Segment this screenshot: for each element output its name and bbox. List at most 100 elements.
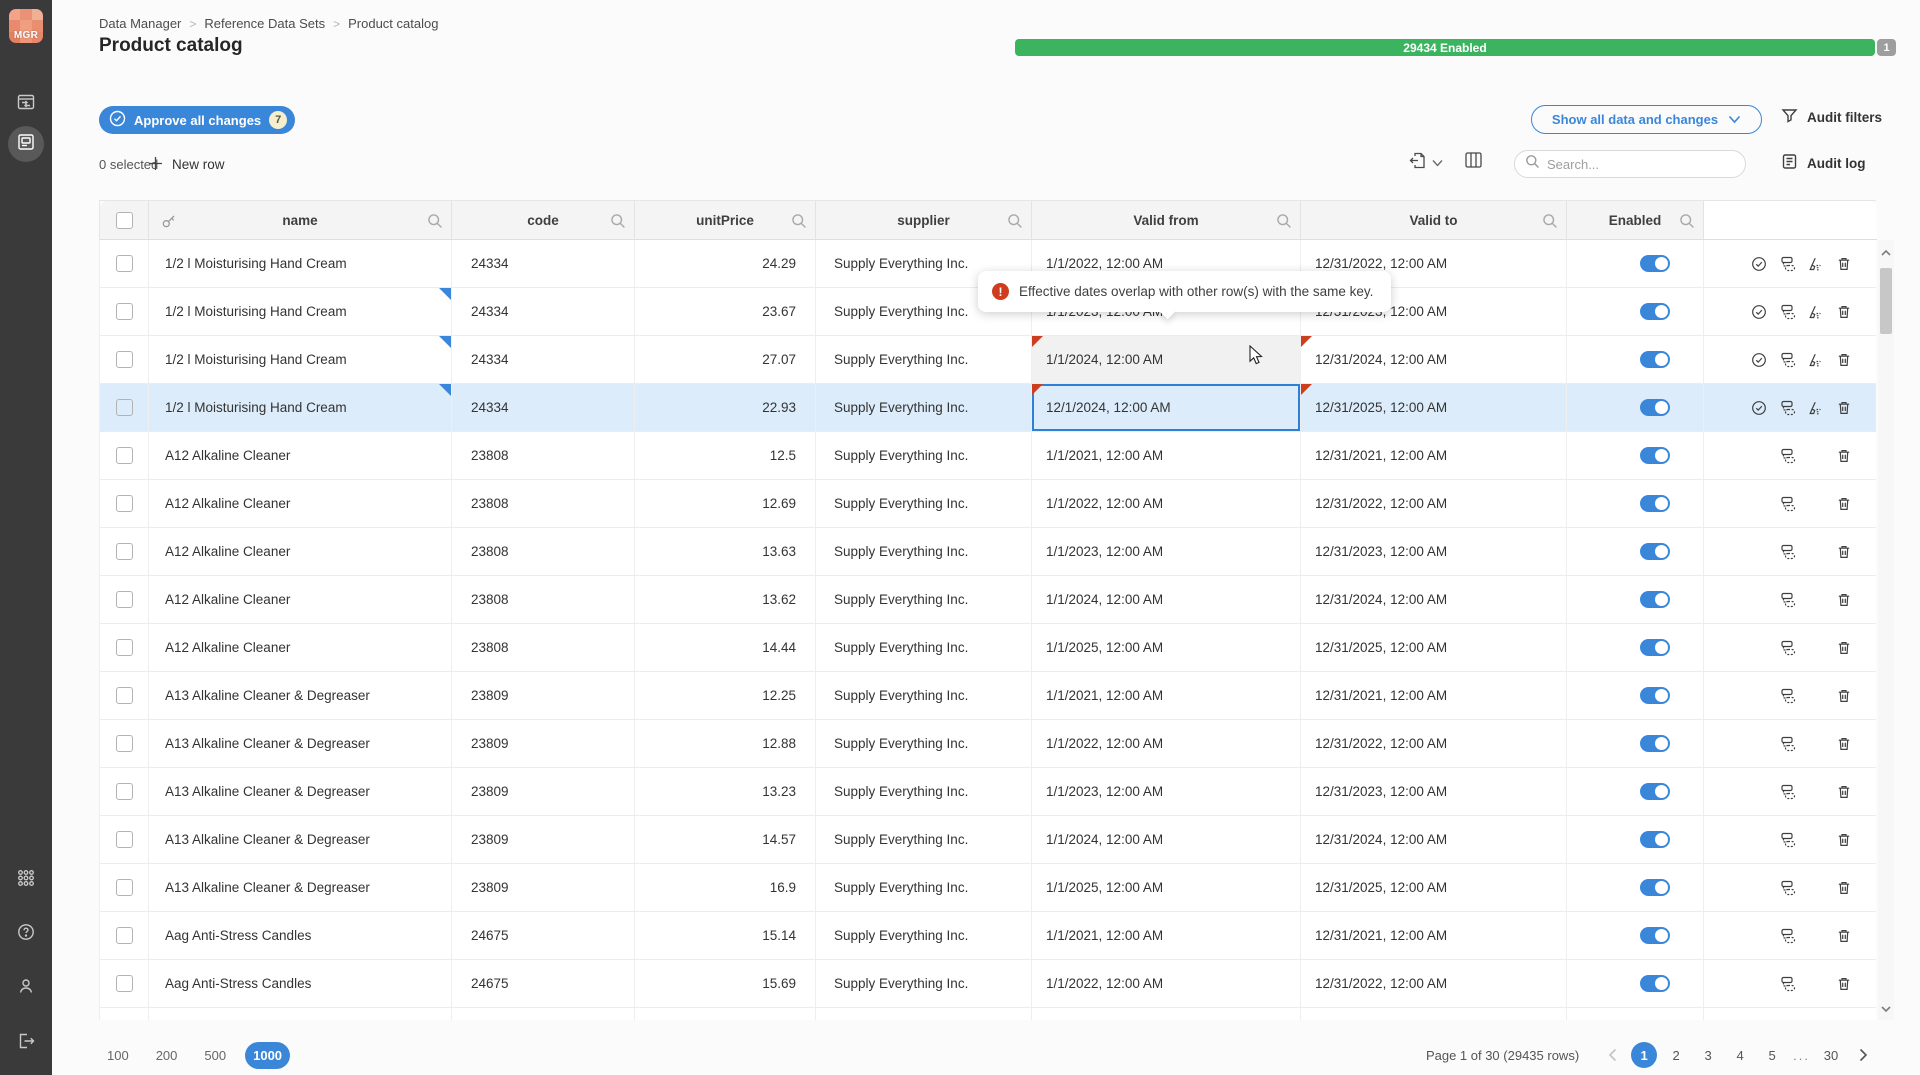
- page-size-option[interactable]: 200: [148, 1042, 186, 1069]
- row-checkbox[interactable]: [116, 543, 133, 560]
- cell-supplier[interactable]: Supply Everything Inc.: [816, 576, 1032, 623]
- cell-valid-from[interactable]: 1/1/2023, 12:00 AM: [1032, 768, 1301, 815]
- cell-code[interactable]: 23809: [452, 672, 635, 719]
- cell-name[interactable]: Aag Anti-Stress Candles: [149, 960, 452, 1007]
- table-row[interactable]: A12 Alkaline Cleaner2380812.5Supply Ever…: [100, 432, 1876, 480]
- enabled-toggle[interactable]: [1640, 639, 1670, 656]
- cell-unit-price[interactable]: 15.14: [635, 912, 816, 959]
- cell-valid-from[interactable]: 1/1/2024, 12:00 AM: [1032, 336, 1301, 383]
- cell-code[interactable]: 24334: [452, 384, 635, 431]
- duplicate-row-button[interactable]: [1779, 880, 1795, 896]
- cell-supplier[interactable]: Supply Everything Inc.: [816, 480, 1032, 527]
- search-input[interactable]: [1547, 157, 1735, 172]
- delete-row-button[interactable]: [1836, 832, 1852, 848]
- cell-unit-price[interactable]: 12.25: [635, 672, 816, 719]
- cell-name[interactable]: A12 Alkaline Cleaner: [149, 528, 452, 575]
- cell-valid-to[interactable]: 12/31/2022, 12:00 AM: [1301, 960, 1567, 1007]
- vertical-scrollbar[interactable]: [1878, 240, 1894, 1020]
- duplicate-row-button[interactable]: [1779, 352, 1795, 368]
- delete-row-button[interactable]: [1836, 304, 1852, 320]
- sidebar-item-apps[interactable]: [8, 862, 44, 898]
- cell-code[interactable]: 23808: [452, 480, 635, 527]
- delete-row-button[interactable]: [1836, 544, 1852, 560]
- breadcrumb-item[interactable]: Data Manager: [99, 16, 181, 31]
- cell-code[interactable]: 24334: [452, 288, 635, 335]
- duplicate-row-button[interactable]: [1779, 784, 1795, 800]
- row-checkbox[interactable]: [116, 687, 133, 704]
- cell-name[interactable]: A13 Alkaline Cleaner & Degreaser: [149, 768, 452, 815]
- sidebar-item-data-manager[interactable]: [8, 86, 44, 122]
- cell-name[interactable]: A13 Alkaline Cleaner & Degreaser: [149, 672, 452, 719]
- breadcrumb-item[interactable]: Reference Data Sets: [204, 16, 325, 31]
- row-checkbox[interactable]: [116, 783, 133, 800]
- enabled-toggle[interactable]: [1640, 831, 1670, 848]
- page-number-button[interactable]: 3: [1695, 1042, 1721, 1068]
- duplicate-row-button[interactable]: [1779, 400, 1795, 416]
- row-checkbox[interactable]: [116, 399, 133, 416]
- delete-row-button[interactable]: [1836, 592, 1852, 608]
- table-row[interactable]: Aag Anti-Stress Candles2467515.97Supply …: [100, 1008, 1876, 1020]
- cell-valid-to[interactable]: 12/31/2024, 12:00 AM: [1301, 336, 1567, 383]
- delete-row-button[interactable]: [1836, 688, 1852, 704]
- table-row[interactable]: A13 Alkaline Cleaner & Degreaser2380912.…: [100, 672, 1876, 720]
- column-header-enabled[interactable]: Enabled: [1567, 201, 1704, 240]
- column-search-icon[interactable]: [1276, 213, 1292, 232]
- cell-valid-from[interactable]: 1/1/2021, 12:00 AM: [1032, 912, 1301, 959]
- delete-row-button[interactable]: [1836, 256, 1852, 272]
- enabled-toggle[interactable]: [1640, 783, 1670, 800]
- table-row[interactable]: A12 Alkaline Cleaner2380813.62Supply Eve…: [100, 576, 1876, 624]
- cell-unit-price[interactable]: 12.69: [635, 480, 816, 527]
- cell-code[interactable]: 24675: [452, 1008, 635, 1020]
- approve-row-button[interactable]: [1751, 256, 1767, 272]
- export-options-chevron[interactable]: [1432, 155, 1443, 170]
- new-row-button[interactable]: New row: [148, 151, 225, 178]
- clean-row-button[interactable]: [1807, 400, 1823, 416]
- cell-unit-price[interactable]: 13.23: [635, 768, 816, 815]
- enabled-toggle[interactable]: [1640, 543, 1670, 560]
- cell-valid-from[interactable]: 12/1/2024, 12:00 AM: [1032, 384, 1301, 431]
- cell-valid-to[interactable]: 12/31/2022, 12:00 AM: [1301, 720, 1567, 767]
- cell-code[interactable]: 23808: [452, 528, 635, 575]
- cell-name[interactable]: A12 Alkaline Cleaner: [149, 624, 452, 671]
- page-size-option[interactable]: 100: [99, 1042, 137, 1069]
- manage-columns-button[interactable]: [1464, 151, 1483, 172]
- cell-code[interactable]: 23809: [452, 816, 635, 863]
- cell-supplier[interactable]: Supply Everything Inc.: [816, 960, 1032, 1007]
- row-checkbox[interactable]: [116, 495, 133, 512]
- cell-valid-from[interactable]: 1/1/2022, 12:00 AM: [1032, 720, 1301, 767]
- delete-row-button[interactable]: [1836, 928, 1852, 944]
- enabled-toggle[interactable]: [1640, 735, 1670, 752]
- cell-valid-to[interactable]: 12/31/2021, 12:00 AM: [1301, 672, 1567, 719]
- enabled-toggle[interactable]: [1640, 975, 1670, 992]
- column-search-icon[interactable]: [1542, 213, 1558, 232]
- cell-unit-price[interactable]: 13.63: [635, 528, 816, 575]
- row-checkbox[interactable]: [116, 591, 133, 608]
- delete-row-button[interactable]: [1836, 352, 1852, 368]
- delete-row-button[interactable]: [1836, 784, 1852, 800]
- row-checkbox[interactable]: [116, 639, 133, 656]
- audit-filters-button[interactable]: Audit filters: [1781, 107, 1882, 127]
- approve-row-button[interactable]: [1751, 304, 1767, 320]
- cell-valid-from[interactable]: 1/1/2023, 12:00 AM: [1032, 1008, 1301, 1020]
- delete-row-button[interactable]: [1836, 880, 1852, 896]
- enabled-toggle[interactable]: [1640, 879, 1670, 896]
- cell-unit-price[interactable]: 14.44: [635, 624, 816, 671]
- scroll-down-icon[interactable]: [1880, 1002, 1892, 1014]
- cell-code[interactable]: 23808: [452, 624, 635, 671]
- sidebar-item-help[interactable]: [8, 916, 44, 952]
- delete-row-button[interactable]: [1836, 496, 1852, 512]
- cell-supplier[interactable]: Supply Everything Inc.: [816, 864, 1032, 911]
- cell-unit-price[interactable]: 22.93: [635, 384, 816, 431]
- breadcrumb-item[interactable]: Product catalog: [348, 16, 438, 31]
- duplicate-row-button[interactable]: [1779, 832, 1795, 848]
- cell-code[interactable]: 23809: [452, 768, 635, 815]
- enabled-toggle[interactable]: [1640, 591, 1670, 608]
- row-checkbox[interactable]: [116, 303, 133, 320]
- cell-unit-price[interactable]: 13.62: [635, 576, 816, 623]
- column-header-valid-from[interactable]: Valid from: [1032, 201, 1301, 240]
- duplicate-row-button[interactable]: [1779, 928, 1795, 944]
- delete-row-button[interactable]: [1836, 976, 1852, 992]
- delete-row-button[interactable]: [1836, 736, 1852, 752]
- cell-valid-to[interactable]: 12/31/2022, 12:00 AM: [1301, 480, 1567, 527]
- table-row[interactable]: A13 Alkaline Cleaner & Degreaser2380912.…: [100, 720, 1876, 768]
